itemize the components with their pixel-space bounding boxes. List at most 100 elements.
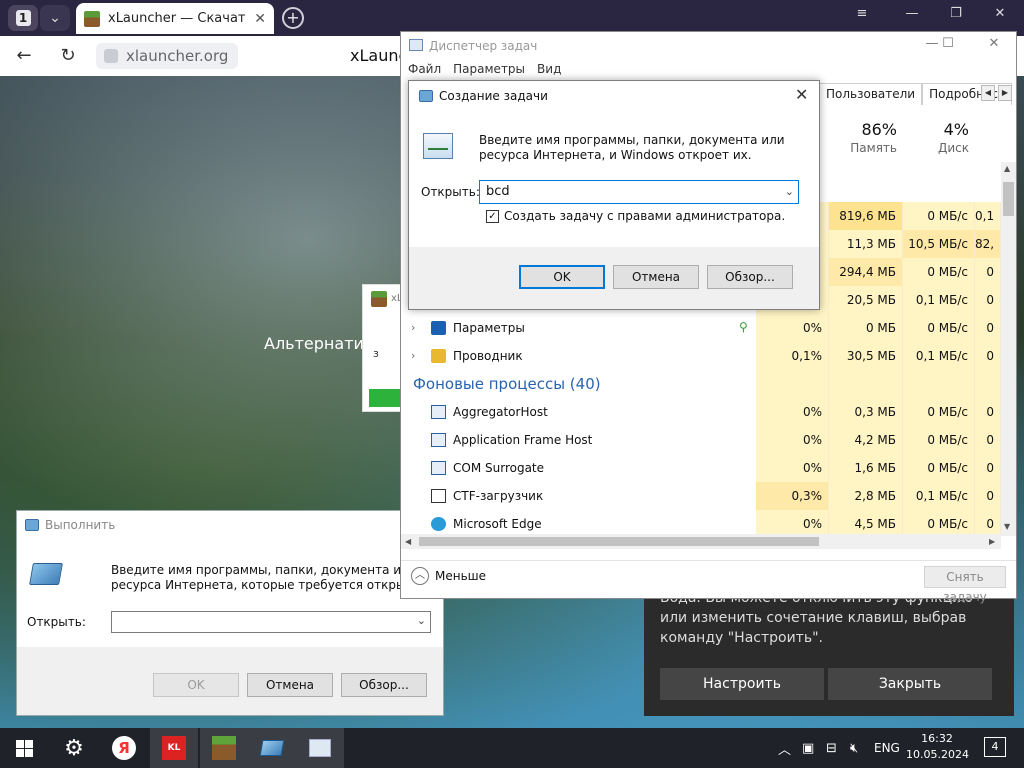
table-row[interactable]: AggregatorHost 0% 0,3 МБ 0 МБ/с 0 [401,398,1001,426]
cpu-cell: 0,1% [756,342,829,370]
download-button[interactable] [369,389,401,407]
tab-count-button[interactable]: 1 [8,5,38,31]
disk-cell: 0 МБ/с [903,398,975,426]
memory-label: Память [850,141,897,155]
end-task-button[interactable]: Снять задачу [924,566,1006,604]
table-row[interactable]: COM Surrogate 0% 1,6 МБ 0 МБ/с 0 [401,454,1001,482]
efficiency-leaf-icon: ⚲ [739,320,748,334]
taskbar: ⚙ Я KL ︿ ▣ ⊟ 🔇︎ ENG 16:32 10.05.2024 4 [0,728,1024,768]
table-row[interactable]: CTF-загрузчик 0,3% 2,8 МБ 0,1 МБ/с 0 [401,482,1001,510]
disk-column-header[interactable]: 4% Диск [921,120,969,155]
notification-center-icon[interactable]: 4 [984,737,1006,757]
admin-rights-checkbox-row[interactable]: ✓ Создать задачу с правами администратор… [486,209,785,223]
show-hidden-icons-icon[interactable]: ︿ [778,728,791,768]
scrollbar-thumb[interactable] [1003,182,1014,216]
chevron-down-icon[interactable]: ⌄ [40,5,70,31]
restore-icon[interactable]: ❐ [936,6,976,21]
horizontal-scrollbar[interactable]: ◀ ▶ [401,534,1001,549]
lock-icon[interactable] [104,49,118,63]
run-open-combobox[interactable]: ⌄ [111,611,431,633]
mem-cell: 819,6 МБ [829,202,903,230]
tab-search-icon[interactable]: ≡ [842,6,882,21]
create-task-dialog: Создание задачи ✕ Введите имя программы,… [408,80,820,310]
process-name: Проводник [453,349,523,363]
create-task-title: Создание задачи [439,89,548,103]
scroll-right-icon[interactable]: ▶ [989,537,995,546]
create-task-description: Введите имя программы, папки, документа … [479,133,785,162]
kaspersky-taskbar-button[interactable]: KL [150,728,198,768]
clock[interactable]: 16:32 10.05.2024 [906,731,969,763]
expand-chevron-icon[interactable]: › [411,314,415,342]
vertical-scrollbar[interactable]: ▲ ▼ [1001,162,1016,536]
run-open-label: Открыть: [27,615,86,629]
run-dialog-titlebar[interactable]: Выполнить [25,518,115,532]
chevron-up-icon[interactable]: ︿ [411,567,429,585]
run-cancel-button[interactable]: Отмена [247,673,333,697]
table-row[interactable]: Application Frame Host 0% 4,2 МБ 0 МБ/с 0 [401,426,1001,454]
cpu-cell: 0,3% [756,482,829,510]
input-language-indicator[interactable]: ENG [874,728,900,768]
close-window-icon[interactable]: ✕ [980,6,1020,21]
disk-cell: 0,1 МБ/с [903,286,975,314]
expand-chevron-icon[interactable]: › [411,342,415,370]
run-app-icon [29,563,63,585]
minimize-icon[interactable]: — [892,6,932,21]
volume-muted-icon[interactable]: 🔇︎ [850,728,858,768]
net-cell: 0 [975,314,1001,342]
scroll-left-icon[interactable]: ◀ [405,537,411,546]
back-arrow-icon[interactable]: ← [12,44,36,68]
new-tab-button[interactable]: + [282,7,304,29]
create-task-cancel-button[interactable]: Отмена [613,265,699,289]
browser-tab-active[interactable]: xLauncher — Скачать л ✕ [76,3,274,34]
scroll-up-icon[interactable]: ▲ [1004,164,1010,173]
chevron-down-icon[interactable]: ⌄ [417,614,426,627]
close-icon[interactable]: ✕ [795,85,808,104]
run-icon [25,519,39,531]
scroll-down-icon[interactable]: ▼ [1004,522,1010,531]
create-task-browse-button[interactable]: Обзор... [707,265,793,289]
start-button[interactable] [0,728,48,768]
task-manager-monitor-icon [423,133,453,159]
reload-icon[interactable]: ↻ [56,44,80,68]
url-field[interactable]: xlauncher.org [96,43,238,69]
close-icon[interactable]: ✕ [979,36,1009,51]
menu-options[interactable]: Параметры [453,62,525,80]
chevron-down-icon[interactable]: ⌄ [785,181,794,203]
scrollbar-thumb[interactable] [419,537,819,546]
close-icon[interactable]: ✕ [254,11,266,27]
settings-gear-icon [431,321,446,335]
task-manager-title: Диспетчер задач [429,39,538,53]
maximize-icon[interactable]: ☐ [933,36,963,51]
table-row[interactable]: › Проводник 0,1% 30,5 МБ 0,1 МБ/с 0 [401,342,1001,370]
task-manager-titlebar[interactable]: Диспетчер задач — ☐ ✕ [401,32,1016,60]
cpu-cell: 0% [756,398,829,426]
background-processes-header: Фоновые процессы (40) [413,375,601,393]
menu-file[interactable]: Файл [408,62,441,80]
task-manager-taskbar-button[interactable] [296,728,344,768]
network-icon[interactable]: ⊟ [826,728,837,768]
tray-app-icon[interactable]: ▣ [802,728,814,768]
configure-button[interactable]: Настроить [660,668,824,700]
run-browse-button[interactable]: Обзор... [341,673,427,697]
table-row[interactable]: › Параметры ⚲ 0% 0 МБ 0 МБ/с 0 [401,314,1001,342]
run-taskbar-button[interactable] [248,728,296,768]
close-button[interactable]: Закрыть [828,668,992,700]
create-task-ok-button[interactable]: OK [519,265,605,289]
run-ok-button[interactable]: OK [153,673,239,697]
create-task-open-combobox[interactable]: bcd ⌄ [479,180,799,204]
yandex-browser-taskbar-button[interactable]: Я [100,728,148,768]
process-name: Microsoft Edge [453,517,542,531]
menu-view[interactable]: Вид [537,62,561,80]
table-row[interactable]: Microsoft Edge 0% 4,5 МБ 0 МБ/с 0 [401,510,1001,536]
minecraft-taskbar-button[interactable] [200,728,248,768]
section-row: Фоновые процессы (40) [401,370,1001,398]
net-cell: 82, [975,230,1001,258]
tab-scroll-left-icon[interactable]: ◀ [981,85,995,101]
memory-column-header[interactable]: 86% Память [841,120,897,155]
admin-rights-checkbox[interactable]: ✓ [486,209,499,223]
folder-icon [431,349,446,363]
fewer-details-link[interactable]: Меньше [435,569,486,583]
settings-taskbar-button[interactable]: ⚙ [50,728,98,768]
tab-users[interactable]: Пользователи [819,83,923,105]
tab-scroll-right-icon[interactable]: ▶ [998,85,1012,101]
